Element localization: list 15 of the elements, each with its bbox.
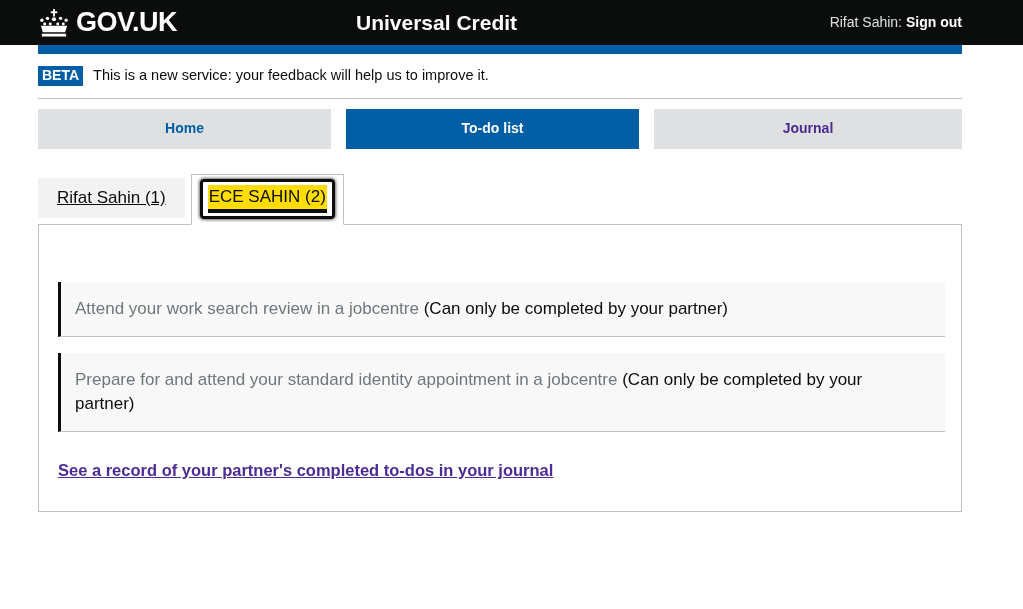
beta-message: This is a new service: your feedback will help us to improve it. <box>93 66 489 85</box>
logo-text[interactable]: GOV.UK <box>76 9 178 36</box>
nav-tab[interactable]: Journal <box>654 108 962 149</box>
todo-text: Prepare for and attend your standard identity appointment in a jobcentre (Can only be completed by your partner) <box>75 368 864 415</box>
crown-icon <box>38 8 70 37</box>
tab[interactable]: Rifat Sahin (1) <box>38 177 185 218</box>
sign-out-link[interactable]: Sign out <box>906 12 962 33</box>
journal-link[interactable]: See a record of your partner's completed to-dos in your journal <box>58 457 554 483</box>
beta-tag: BETA <box>38 65 84 86</box>
nav-tab[interactable]: Home <box>38 108 331 149</box>
user-name: Rifat Sahin: <box>829 13 902 32</box>
service-name[interactable]: Universal Credit <box>356 6 518 39</box>
nav-tab[interactable]: To-do list <box>346 108 639 149</box>
tab[interactable]: ECE SAHIN (2) <box>190 173 344 225</box>
todo-text: Attend your work search review in a jobcentre (Can only be completed by your partner) <box>75 297 729 320</box>
